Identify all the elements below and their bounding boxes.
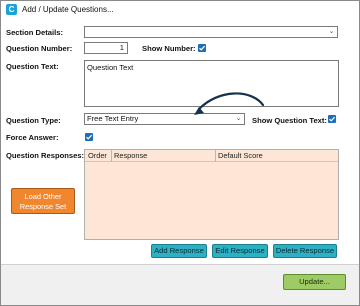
chevron-down-icon[interactable]: ⌄ [234, 114, 243, 124]
column-divider [111, 150, 112, 162]
question-number-input[interactable]: 1 [84, 42, 128, 54]
checkmark-icon [199, 45, 206, 51]
section-details-select[interactable]: ⌄ [84, 26, 338, 38]
section-details-label: Section Details: [6, 28, 63, 37]
update-button[interactable]: Update... [283, 274, 346, 290]
question-text-label: Question Text: [6, 62, 59, 71]
question-text-input[interactable]: Question Text [84, 60, 339, 107]
form-area: Section Details: ⌄ Question Number: 1 Sh… [1, 19, 359, 264]
force-answer-label: Force Answer: [6, 133, 59, 142]
show-number-checkbox[interactable] [198, 44, 206, 52]
load-other-label-line1: Load Other [24, 192, 62, 201]
footer-bar: Update... [1, 264, 359, 305]
load-other-label-line2: Response Set [19, 202, 67, 211]
show-question-text-label: Show Question Text: [252, 116, 327, 125]
column-header-response[interactable]: Response [114, 151, 147, 161]
window-title: Add / Update Questions... [22, 5, 114, 14]
title-bar: C Add / Update Questions... [1, 1, 359, 19]
column-header-order[interactable]: Order [88, 151, 107, 161]
load-other-response-set-button[interactable]: Load Other Response Set [11, 188, 75, 214]
chevron-down-icon[interactable]: ⌄ [327, 27, 336, 37]
grid-header: Order Response Default Score [85, 150, 338, 162]
question-type-select[interactable]: Free Text Entry ⌄ [84, 113, 245, 125]
edit-response-button[interactable]: Edit Response [212, 244, 268, 258]
force-answer-checkbox[interactable] [85, 133, 93, 141]
delete-response-button[interactable]: Delete Response [273, 244, 337, 258]
show-question-text-checkbox[interactable] [328, 115, 336, 123]
question-type-value: Free Text Entry [87, 114, 139, 123]
question-type-label: Question Type: [6, 116, 61, 125]
add-response-button[interactable]: Add Response [151, 244, 207, 258]
responses-grid[interactable]: Order Response Default Score [84, 149, 339, 240]
checkmark-icon [329, 116, 336, 122]
app-c-icon: C [6, 4, 17, 15]
question-number-label: Question Number: [6, 44, 73, 53]
show-number-label: Show Number: [142, 44, 196, 53]
column-header-default-score[interactable]: Default Score [218, 151, 263, 161]
question-responses-label: Question Responses: [6, 151, 85, 160]
checkmark-icon [86, 134, 93, 140]
column-divider [215, 150, 216, 162]
add-update-questions-window: C Add / Update Questions... Section Deta… [0, 0, 360, 306]
